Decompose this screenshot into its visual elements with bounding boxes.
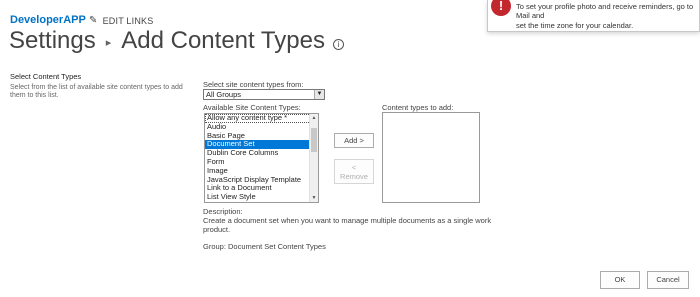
warning-icon: ! <box>491 0 511 16</box>
available-types-options: Allow any content type * Audio Basic Page D… <box>205 114 318 202</box>
section-description: Select from the list of available site c… <box>10 84 183 99</box>
add-button[interactable]: Add > <box>334 133 374 148</box>
pencil-icon: ✎ <box>89 15 98 26</box>
breadcrumb-settings[interactable]: Settings <box>9 27 96 55</box>
cancel-button[interactable]: Cancel <box>647 271 689 289</box>
site-name-link[interactable]: DeveloperAPP <box>10 14 86 26</box>
content-types-to-add-label: Content types to add: <box>382 103 454 112</box>
info-icon[interactable]: i <box>332 38 344 50</box>
available-types-listbox[interactable]: Allow any content type * Audio Basic Page D… <box>204 113 319 203</box>
remove-button[interactable]: < Remove <box>334 159 374 184</box>
available-types-label: Available Site Content Types: <box>203 103 301 112</box>
scrollbar-thumb[interactable] <box>311 128 317 152</box>
breadcrumb-separator-icon: ▸ <box>105 36 112 49</box>
source-group-select[interactable]: All Groups ▼ <box>203 89 325 100</box>
description-label: Description: <box>203 207 243 216</box>
section-title: Select Content Types <box>10 72 82 81</box>
scroll-down-icon[interactable]: ▼ <box>310 194 318 202</box>
source-group-value: All Groups <box>206 90 242 99</box>
listbox-scrollbar[interactable]: ▲ ▼ <box>309 114 318 202</box>
remove-label: Remove <box>340 172 368 181</box>
description-text: Create a document set when you want to m… <box>203 216 492 234</box>
notification-banner: ! To set your profile photo and receive … <box>487 0 700 32</box>
page-title-text: Add Content Types <box>121 27 325 54</box>
page-title: Settings ▸ Add Content Types i <box>9 27 344 55</box>
chevron-down-icon[interactable]: ▼ <box>314 90 324 99</box>
notification-line-1: To set your profile photo and receive re… <box>516 2 694 20</box>
ok-button[interactable]: OK <box>600 271 640 289</box>
edit-links-button[interactable]: ✎ EDIT LINKS <box>89 15 153 26</box>
scroll-up-icon[interactable]: ▲ <box>310 114 318 122</box>
available-type-option[interactable]: List View Style <box>205 192 311 202</box>
notification-line-2: set the time zone for your calendar. <box>516 21 634 30</box>
content-types-to-add-listbox[interactable] <box>382 112 480 203</box>
description-group: Group: Document Set Content Types <box>203 242 326 251</box>
remove-arrow-icon: < <box>351 163 357 172</box>
source-group-label: Select site content types from: <box>203 80 304 89</box>
edit-links-label: EDIT LINKS <box>102 15 154 26</box>
